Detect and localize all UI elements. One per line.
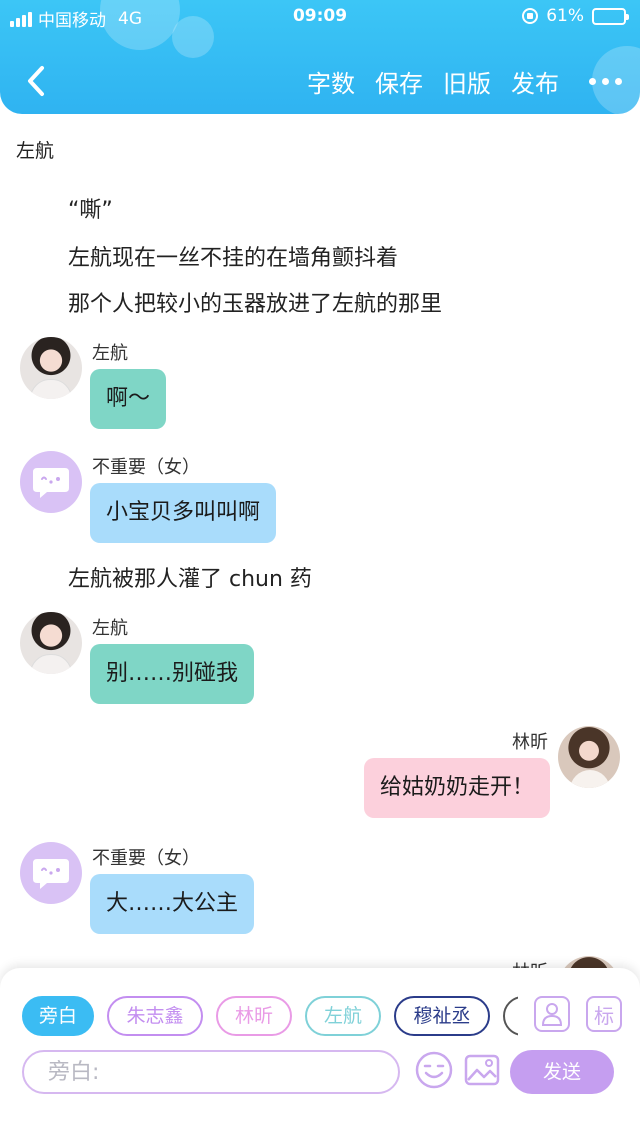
tag-icon[interactable]: 标: [586, 996, 622, 1032]
avatar[interactable]: [20, 842, 82, 904]
input-row: 发送: [22, 1050, 618, 1094]
narration-line: 左航现在一丝不挂的在墙角颤抖着: [68, 246, 399, 271]
status-bar: 中国移动 4G 09:09 61%: [0, 6, 640, 31]
battery-percent: 61%: [546, 6, 584, 26]
rotation-lock-icon: [522, 8, 539, 24]
chip-character[interactable]: 朱志鑫: [107, 996, 203, 1036]
message-bubble: 别……别碰我: [90, 644, 255, 704]
composer-panel: 旁白朱志鑫林昕左航穆祉丞 标 发送: [0, 968, 640, 1139]
chat-message[interactable]: 左航 啊～: [0, 337, 640, 447]
chip-narrator[interactable]: 旁白: [22, 996, 94, 1036]
app-header: 中国移动 4G 09:09 61% 字数 保存 旧版 发布: [0, 0, 640, 114]
message-bubble: 给姑奶奶走开！: [363, 758, 550, 818]
emoji-icon[interactable]: [414, 1050, 454, 1090]
message-bubble: 小宝贝多叫叫啊: [90, 483, 277, 543]
narration-line: 左航被那人灌了 chun 药: [68, 567, 312, 592]
character-settings-icon[interactable]: [534, 996, 570, 1032]
speaker-name: 左航: [92, 618, 128, 639]
word-count-button[interactable]: 字数: [307, 64, 355, 99]
narration-line: “嘶”: [68, 198, 113, 223]
save-button[interactable]: 保存: [375, 64, 423, 99]
speaker-name: 林昕: [512, 732, 548, 753]
avatar[interactable]: [558, 726, 620, 788]
avatar[interactable]: [20, 337, 82, 399]
header-actions: 字数 保存 旧版 发布: [307, 64, 622, 99]
chip-overflow[interactable]: [503, 996, 518, 1036]
nav-bar: 字数 保存 旧版 发布: [0, 60, 640, 104]
chat-message[interactable]: 不重要（女） 小宝贝多叫叫啊: [0, 451, 640, 561]
message-bubble: 啊～: [90, 369, 167, 429]
battery-icon: [592, 7, 629, 25]
avatar[interactable]: [20, 451, 82, 513]
image-icon[interactable]: [462, 1050, 502, 1090]
person-icon: [541, 1003, 563, 1026]
character-chips[interactable]: 旁白 朱志鑫 林昕 左航 穆祉丞: [22, 996, 518, 1036]
speaker-name: 不重要（女）: [92, 848, 200, 869]
chat-message[interactable]: 林昕 给姑奶奶走开！: [0, 726, 640, 836]
narration-speaker-label: 左航: [16, 140, 55, 162]
back-arrow-icon[interactable]: [22, 64, 52, 98]
avatar[interactable]: [20, 612, 82, 674]
old-version-button[interactable]: 旧版: [443, 64, 491, 99]
story-content[interactable]: 左航 “嘶” 左航现在一丝不挂的在墙角颤抖着 那个人把较小的玉器放进了左航的那里…: [0, 114, 640, 974]
more-icon[interactable]: [579, 78, 622, 85]
chat-bubble-face-icon: [33, 468, 69, 498]
chip-character[interactable]: 穆祉丞: [394, 996, 490, 1036]
message-bubble: 大……大公主: [90, 874, 255, 934]
chip-character[interactable]: 林昕: [216, 996, 292, 1036]
chat-message[interactable]: 不重要（女） 大……大公主: [0, 842, 640, 952]
chat-bubble-face-icon: [33, 859, 69, 889]
chip-character[interactable]: 左航: [305, 996, 381, 1036]
speaker-name: 不重要（女）: [92, 457, 200, 478]
message-input[interactable]: [22, 1050, 400, 1094]
publish-button[interactable]: 发布: [511, 64, 559, 99]
speaker-name: 左航: [92, 343, 128, 364]
send-button[interactable]: 发送: [510, 1050, 614, 1094]
chat-message[interactable]: 左航 别……别碰我: [0, 612, 640, 722]
narration-line: 那个人把较小的玉器放进了左航的那里: [68, 292, 443, 317]
